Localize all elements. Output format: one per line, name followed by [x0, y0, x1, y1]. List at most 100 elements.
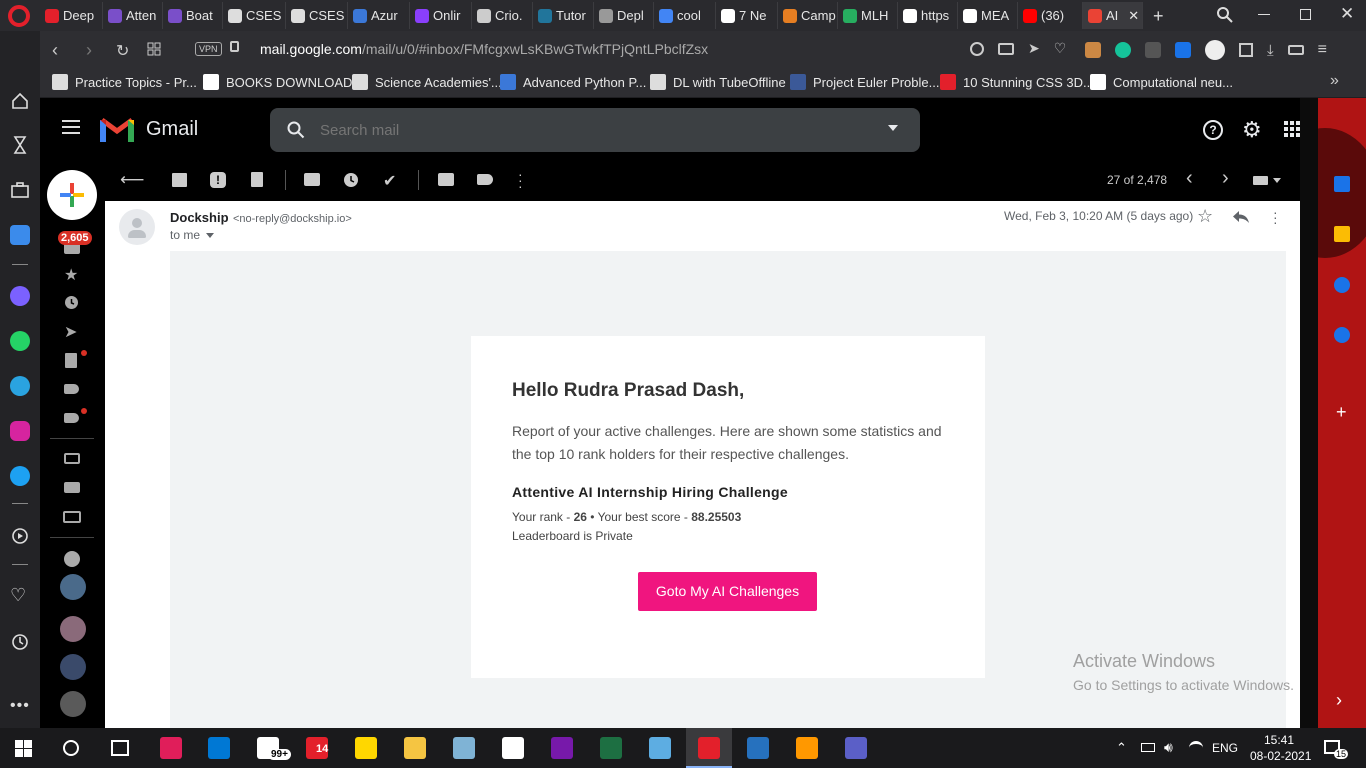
easy-setup-icon[interactable]: ≡: [1318, 41, 1327, 59]
browser-tab[interactable]: AI ✕: [1083, 2, 1143, 29]
browser-tab[interactable]: Deep: [40, 2, 103, 29]
recipient-line[interactable]: to me: [170, 228, 215, 242]
browser-tab[interactable]: Camp: [778, 2, 838, 29]
message-more-icon[interactable]: · · ·: [1273, 205, 1278, 229]
snipping-tool-icon[interactable]: [649, 737, 671, 759]
vpn-badge[interactable]: VPN: [195, 42, 222, 56]
browser-tab[interactable]: https: [898, 2, 958, 29]
onenote-icon[interactable]: [551, 737, 573, 759]
profile-icon[interactable]: [1205, 40, 1225, 60]
keep-icon[interactable]: [1334, 226, 1350, 242]
store-icon[interactable]: [208, 737, 230, 759]
search-options-icon[interactable]: [888, 125, 898, 131]
sidebar-more-icon[interactable]: •••: [10, 697, 30, 715]
move-to-icon[interactable]: [438, 173, 454, 186]
meet-new-icon[interactable]: [64, 453, 80, 464]
browser-tab[interactable]: MEA: [958, 2, 1018, 29]
grammarly-icon[interactable]: [1115, 42, 1131, 58]
show-details-icon[interactable]: [206, 232, 215, 238]
search-page-icon[interactable]: [970, 41, 984, 56]
instagram-icon[interactable]: [10, 421, 30, 441]
whatsapp-icon[interactable]: [10, 331, 30, 351]
more-actions-icon[interactable]: · · ·: [518, 167, 523, 193]
main-menu-icon[interactable]: [62, 120, 80, 134]
input-tools-icon[interactable]: [1253, 176, 1268, 185]
add-to-tasks-icon[interactable]: ✔: [383, 171, 396, 191]
report-spam-icon[interactable]: !: [210, 172, 226, 188]
bookmark-item[interactable]: Computational neu...: [1090, 74, 1233, 90]
excel-icon[interactable]: [600, 737, 622, 759]
bookmark-item[interactable]: Project Euler Proble...: [790, 74, 939, 90]
input-tools-dropdown-icon[interactable]: [1273, 178, 1281, 183]
download-icon[interactable]: ⤓: [1267, 42, 1274, 59]
label-icon[interactable]: [64, 384, 79, 394]
labels-icon[interactable]: [477, 174, 493, 185]
volume-icon[interactable]: 🔊︎: [1164, 739, 1173, 756]
teams-icon[interactable]: [845, 737, 867, 759]
battery-saver-icon[interactable]: [1287, 45, 1304, 55]
favorites-icon[interactable]: ♡: [10, 585, 26, 606]
contact-avatar[interactable]: [60, 691, 86, 717]
back-to-inbox-icon[interactable]: ⟵: [120, 170, 144, 190]
reload-icon[interactable]: ↻: [116, 41, 129, 61]
delete-icon[interactable]: [251, 172, 263, 187]
browser-tab[interactable]: Depl: [594, 2, 654, 29]
keyboard-icon[interactable]: [63, 511, 81, 523]
browser-tab[interactable]: Tutor: [533, 2, 594, 29]
heart-icon[interactable]: ♡: [1054, 40, 1067, 57]
settings-gear-icon[interactable]: ⚙: [1242, 117, 1262, 143]
contact-avatar[interactable]: [60, 616, 86, 642]
browser-tab[interactable]: Onlir: [410, 2, 472, 29]
player-icon[interactable]: [10, 526, 30, 546]
minimize-icon[interactable]: [1258, 14, 1270, 15]
browser-tab[interactable]: Crio.: [472, 2, 533, 29]
briefcase-icon[interactable]: [10, 180, 30, 200]
photos-icon[interactable]: [502, 737, 524, 759]
help-icon[interactable]: ?: [1203, 120, 1223, 140]
opera-menu-icon[interactable]: [8, 5, 30, 27]
browser-tab[interactable]: cool: [654, 2, 716, 29]
browser-tab[interactable]: 7 Ne: [716, 2, 778, 29]
home-icon[interactable]: [10, 91, 30, 111]
search-icon[interactable]: [287, 121, 305, 139]
close-tab-icon[interactable]: ✕: [1128, 8, 1139, 24]
hourglass-icon[interactable]: [10, 135, 30, 155]
bookmark-item[interactable]: 10 Stunning CSS 3D...: [940, 74, 1094, 90]
hangouts-icon[interactable]: [64, 551, 80, 567]
search-bar[interactable]: [270, 108, 920, 152]
meet-video-icon[interactable]: [64, 482, 80, 493]
send-icon[interactable]: ➤: [1028, 40, 1040, 57]
extension-icon[interactable]: [1085, 42, 1101, 58]
get-addons-icon[interactable]: +: [1336, 402, 1347, 423]
browser-tab[interactable]: Azur: [348, 2, 410, 29]
reader-icon[interactable]: [10, 225, 30, 245]
bookmark-item[interactable]: BOOKS DOWNLOAD: [203, 74, 352, 90]
browser-tab[interactable]: MLH: [838, 2, 898, 29]
calendar-icon[interactable]: [1334, 176, 1350, 192]
bookmark-item[interactable]: Science Academies'...: [352, 74, 502, 90]
browser-tab[interactable]: Boat: [163, 2, 223, 29]
opera-browser-icon[interactable]: [698, 737, 720, 759]
back-icon[interactable]: ‹: [52, 40, 58, 61]
search-input[interactable]: [320, 120, 860, 140]
reply-icon[interactable]: [1232, 210, 1250, 224]
extension-icon[interactable]: [1175, 42, 1191, 58]
battery-icon[interactable]: [1141, 743, 1155, 752]
messenger-icon[interactable]: [10, 286, 30, 306]
browser-tab[interactable]: CSES: [223, 2, 286, 29]
compose-button[interactable]: [47, 170, 97, 220]
browser-tab[interactable]: CSES: [286, 2, 348, 29]
slack-icon[interactable]: [160, 737, 182, 759]
apps-grid-icon[interactable]: [1284, 121, 1300, 137]
older-icon[interactable]: ‹: [1186, 167, 1193, 190]
tasks-icon[interactable]: [1334, 277, 1350, 293]
sent-icon[interactable]: ➤: [64, 322, 77, 342]
goto-challenges-button[interactable]: Goto My AI Challenges: [638, 572, 817, 611]
snapshot-icon[interactable]: [998, 42, 1014, 55]
sticky-notes-icon[interactable]: [355, 737, 377, 759]
notes-app-icon[interactable]: [453, 737, 475, 759]
label-icon[interactable]: [64, 413, 79, 423]
clock-time[interactable]: 15:41: [1264, 733, 1294, 747]
extension-icon[interactable]: [1145, 42, 1161, 58]
wifi-icon[interactable]: [1189, 741, 1203, 755]
